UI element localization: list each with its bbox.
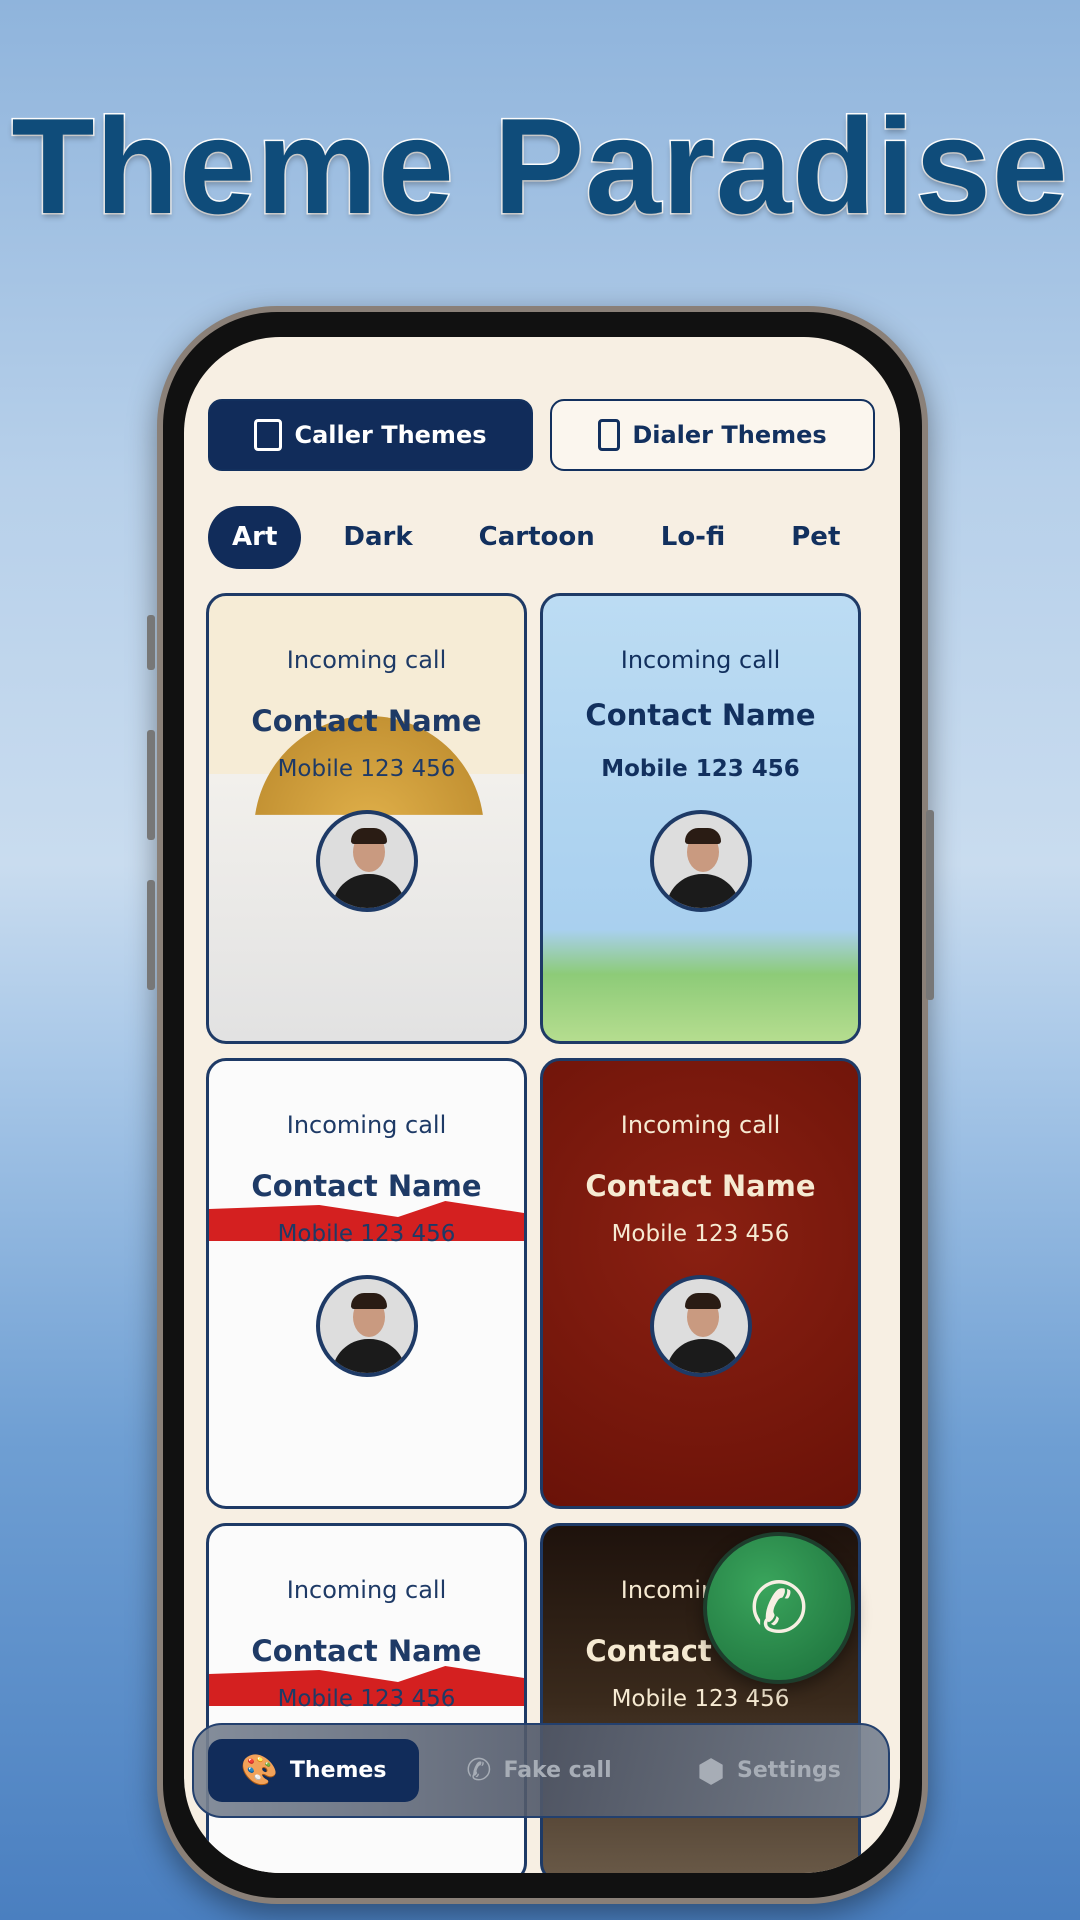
nav-themes[interactable]: 🎨 Themes [208, 1739, 419, 1802]
mobile-number: Mobile 123 456 [277, 1686, 456, 1712]
tab-label: Dialer Themes [632, 421, 827, 449]
incoming-call-label: Incoming call [286, 1111, 447, 1139]
contact-name: Contact Name [251, 1169, 482, 1203]
phone-ringing-icon: ✆ [466, 1753, 492, 1788]
phone-icon: ✆ [749, 1567, 809, 1649]
avatar [315, 1275, 418, 1377]
contact-name: Contact Name [585, 1169, 816, 1203]
call-button[interactable]: ✆ [703, 1532, 855, 1684]
mobile-number: Mobile 123 456 [601, 756, 800, 782]
nav-label: Settings [737, 1758, 841, 1783]
contact-name: Contact Name [251, 1634, 482, 1668]
nav-label: Fake call [503, 1758, 612, 1783]
incoming-call-label: Incoming call [620, 646, 781, 674]
hexagon-settings-icon: ⬢ [697, 1751, 726, 1790]
nav-fake-call[interactable]: ✆ Fake call [419, 1739, 659, 1802]
image-stack-icon [254, 419, 283, 451]
mobile-number: Mobile 123 456 [611, 1686, 790, 1712]
incoming-call-label: Incoming call [620, 1111, 781, 1139]
theme-card[interactable]: Incoming call Contact Name Mobile 123 45… [206, 593, 527, 1044]
incoming-call-label: Incoming call [286, 646, 447, 674]
contact-name: Contact Name [251, 704, 482, 738]
chip-lofi[interactable]: Lo-fi [637, 506, 750, 569]
phone-button [147, 615, 155, 670]
chip-pet[interactable]: Pet [767, 506, 864, 569]
chip-art[interactable]: Art [208, 506, 302, 569]
chip-dark[interactable]: Dark [319, 506, 436, 569]
mobile-number: Mobile 123 456 [277, 756, 456, 782]
phone-portrait-icon [598, 419, 621, 451]
incoming-call-label: Incoming call [286, 1576, 447, 1604]
phone-button [926, 810, 934, 1000]
avatar [315, 810, 418, 912]
chip-cartoon[interactable]: Cartoon [455, 506, 619, 569]
caller-themes-tab[interactable]: Caller Themes [208, 399, 533, 471]
phone-button [147, 730, 155, 840]
nav-label: Themes [289, 1758, 387, 1783]
category-chips: Art Dark Cartoon Lo-fi Pet [208, 506, 882, 569]
tab-label: Caller Themes [294, 421, 487, 449]
mobile-number: Mobile 123 456 [611, 1221, 790, 1247]
theme-card[interactable]: Incoming call Contact Name Mobile 123 45… [540, 1058, 861, 1509]
contact-name: Contact Name [585, 698, 816, 732]
avatar [649, 810, 752, 912]
dialer-themes-tab[interactable]: Dialer Themes [550, 399, 875, 471]
headline: Theme Paradise [10, 89, 1069, 244]
bottom-nav: 🎨 Themes ✆ Fake call ⬢ Settings [192, 1723, 890, 1818]
theme-card[interactable]: Incoming call Contact Name Mobile 123 45… [540, 593, 861, 1044]
mobile-number: Mobile 123 456 [277, 1221, 456, 1247]
theme-card[interactable]: Incoming call Contact Name Mobile 123 45… [206, 1523, 527, 1873]
theme-card[interactable]: Incoming call Contact Name Mobile 123 45… [206, 1058, 527, 1509]
app-screen: Caller Themes Dialer Themes Art Dark Car… [184, 337, 900, 1873]
avatar [649, 1275, 752, 1377]
palette-icon: 🎨 [240, 1753, 278, 1788]
nav-settings[interactable]: ⬢ Settings [659, 1739, 879, 1802]
phone-button [147, 880, 155, 990]
